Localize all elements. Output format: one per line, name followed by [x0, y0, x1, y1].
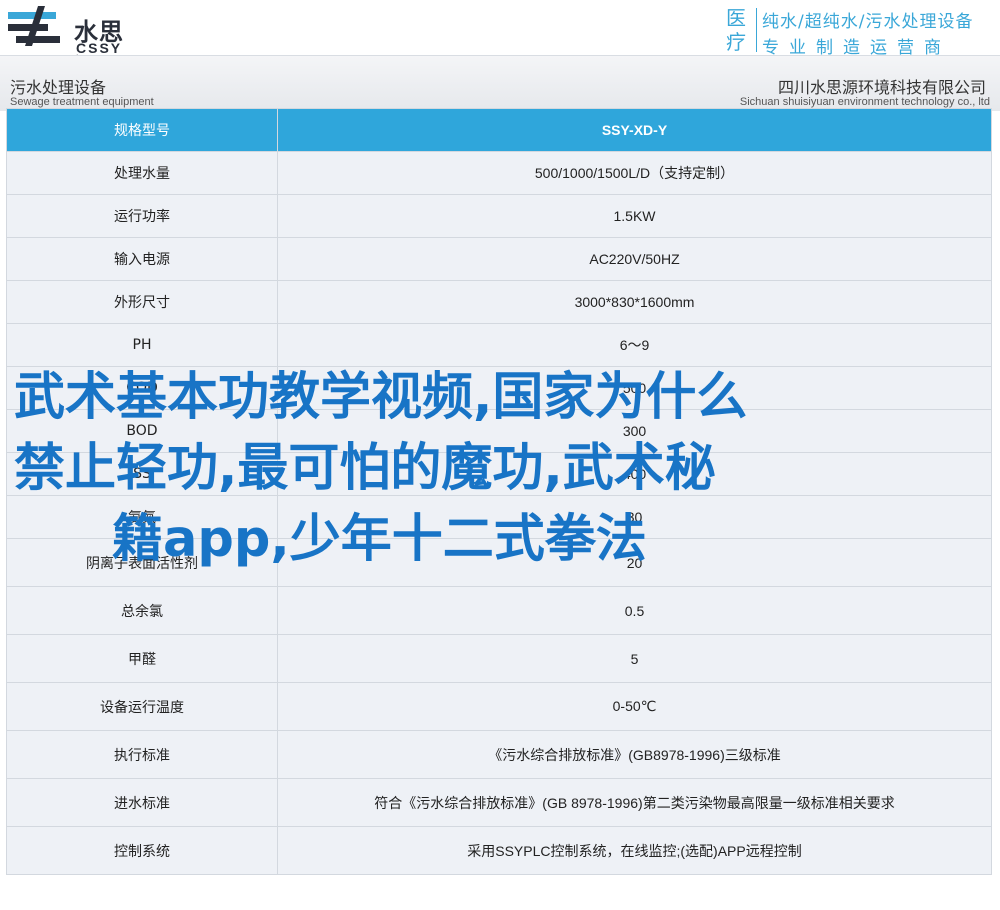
table-row: 外形尺寸 3000*830*1600mm	[6, 280, 992, 324]
table-cell-label: 输入电源	[6, 237, 278, 281]
table-row: 执行标准 《污水综合排放标准》(GB8978-1996)三级标准	[6, 730, 992, 779]
table-row: 总余氯 0.5	[6, 586, 992, 635]
table-cell-label: 总余氯	[6, 586, 278, 635]
overlay-headline: 武术基本功教学视频,国家为什么 禁止轻功,最可怕的魔功,武术秘 籍app,少年十…	[14, 362, 974, 575]
header-divider	[756, 8, 757, 52]
overlay-line-2: 禁止轻功,最可怕的魔功,武术秘	[14, 439, 716, 498]
table-cell-label: 设备运行温度	[6, 682, 278, 731]
table-cell-value: 符合《污水综合排放标准》(GB 8978-1996)第二类污染物最高限量一级标准…	[277, 778, 992, 827]
table-cell-label: 执行标准	[6, 730, 278, 779]
table-cell-value: SSY-XD-Y	[277, 108, 992, 152]
overlay-line-1: 武术基本功教学视频,国家为什么	[14, 368, 748, 427]
logo-mark-icon	[8, 6, 60, 46]
table-row: 甲醛 5	[6, 634, 992, 683]
table-cell-label: 运行功率	[6, 194, 278, 238]
product-subheader: 污水处理设备 Sewage treatment equipment 四川水思源环…	[0, 55, 1000, 111]
table-cell-value: 《污水综合排放标准》(GB8978-1996)三级标准	[277, 730, 992, 779]
table-cell-label: 甲醛	[6, 634, 278, 683]
table-row: PH 6～9	[6, 323, 992, 367]
overlay-line-3: 籍app,少年十二式拳法	[112, 510, 647, 569]
table-cell-value: 1.5KW	[277, 194, 992, 238]
table-cell-label: 外形尺寸	[6, 280, 278, 324]
table-cell-value: 0-50℃	[277, 682, 992, 731]
table-cell-label: 进水标准	[6, 778, 278, 827]
table-cell-value: 500/1000/1500L/D（支持定制）	[277, 151, 992, 195]
page-header: 水思源 CSSY 医疗 纯水/超纯水/污水处理设备 专业制造运营商	[0, 0, 1000, 81]
table-cell-value: 0.5	[277, 586, 992, 635]
table-cell-value: 5	[277, 634, 992, 683]
company-name-en: Sichuan shuisiyuan environment technolog…	[739, 96, 990, 108]
logo-name-en: CSSY	[76, 40, 123, 56]
table-row: 进水标准 符合《污水综合排放标准》(GB 8978-1996)第二类污染物最高限量…	[6, 778, 992, 827]
table-row: 处理水量 500/1000/1500L/D（支持定制）	[6, 151, 992, 195]
medical-badge: 医疗	[726, 6, 746, 54]
table-cell-value: 3000*830*1600mm	[277, 280, 992, 324]
product-category-en: Sewage treatment equipment	[10, 96, 154, 108]
table-cell-label: 控制系统	[6, 826, 278, 875]
table-cell-label: PH	[6, 323, 278, 367]
table-row: 设备运行温度 0-50℃	[6, 682, 992, 731]
table-row: 输入电源 AC220V/50HZ	[6, 237, 992, 281]
table-cell-value: 采用SSYPLC控制系统，在线监控;(选配)APP远程控制	[277, 826, 992, 875]
company-name-cn: 四川水思源环境科技有限公司	[777, 78, 986, 97]
table-row: 运行功率 1.5KW	[6, 194, 992, 238]
table-cell-label: 处理水量	[6, 151, 278, 195]
product-category-cn: 污水处理设备	[10, 78, 107, 97]
slogan-line-1: 纯水/超纯水/污水处理设备	[762, 12, 974, 32]
brand-logo[interactable]: 水思源 CSSY	[8, 6, 143, 81]
table-cell-label: 规格型号	[6, 108, 278, 152]
table-cell-value: 6～9	[277, 323, 992, 367]
table-row: 控制系统 采用SSYPLC控制系统，在线监控;(选配)APP远程控制	[6, 826, 992, 875]
table-cell-value: AC220V/50HZ	[277, 237, 992, 281]
table-header-row: 规格型号 SSY-XD-Y	[6, 108, 992, 152]
